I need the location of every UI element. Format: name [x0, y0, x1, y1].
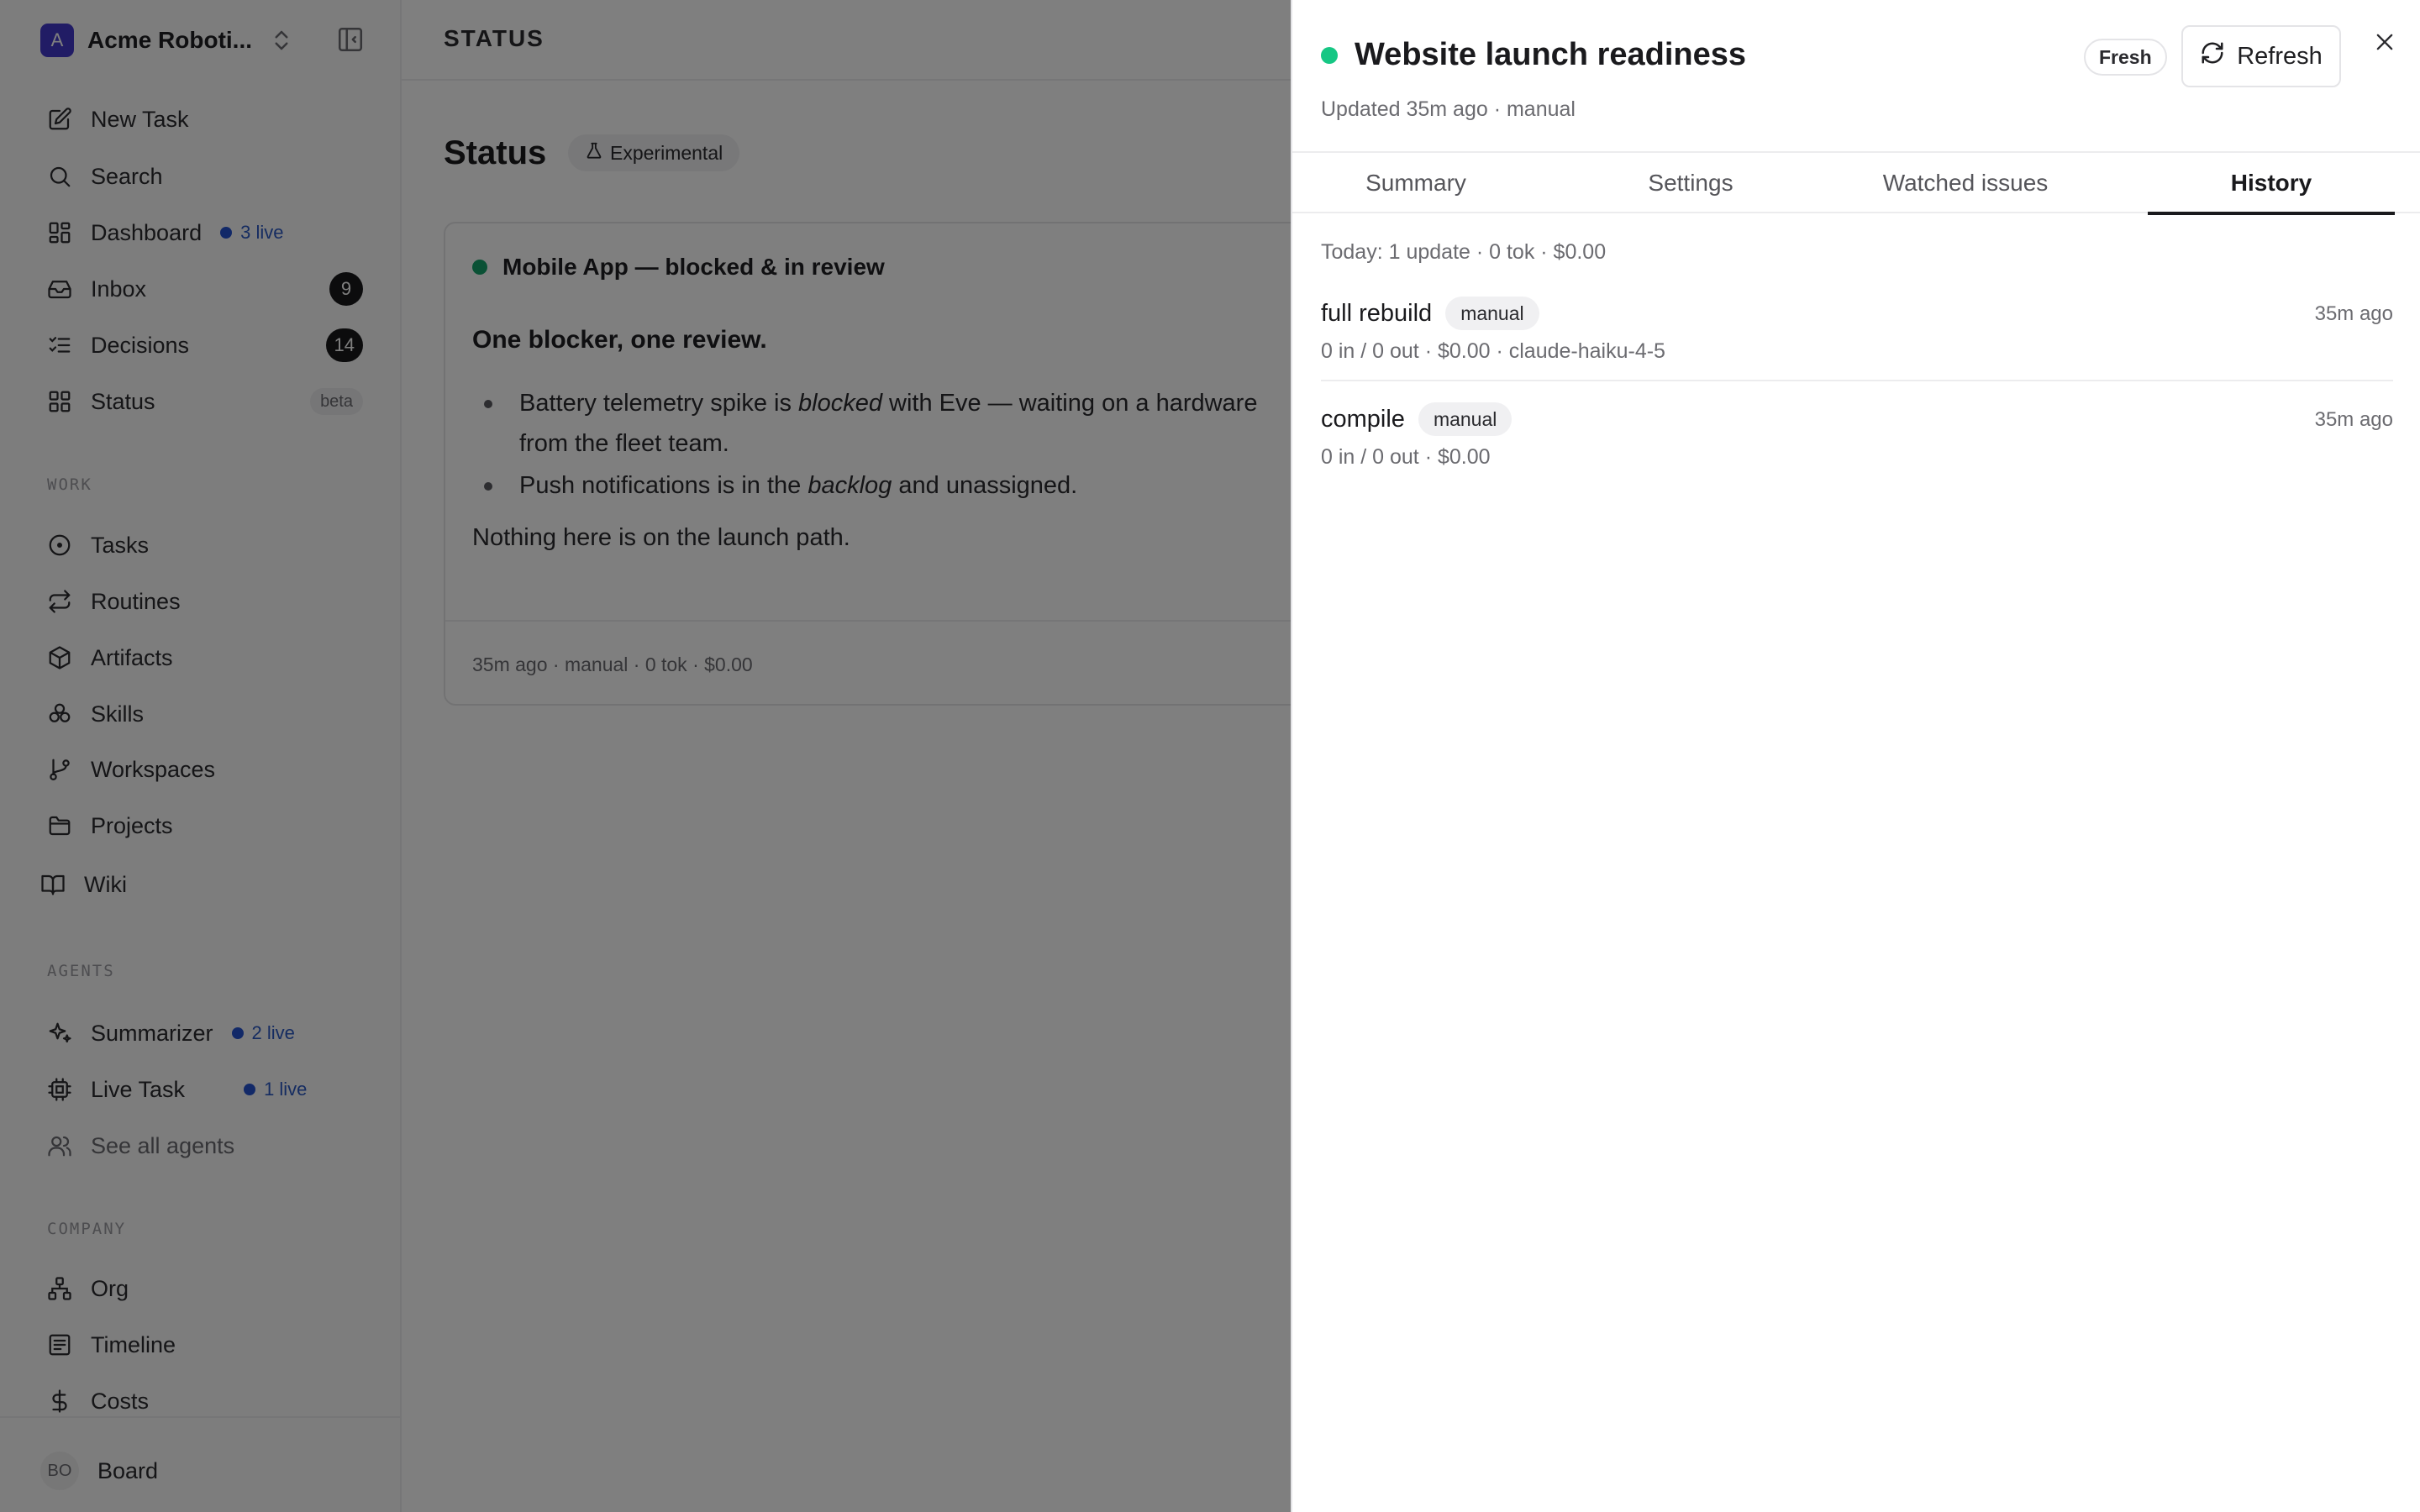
history-summary: Today: 1 update · 0 tok · $0.00	[1321, 240, 1607, 264]
drawer-title: Website launch readiness	[1321, 37, 1746, 73]
history-meta: 0 in / 0 out · $0.00	[1321, 445, 1491, 469]
drawer-tabs: Summary Settings Watched issues History	[1292, 151, 2420, 215]
history-time: 35m ago	[2314, 408, 2393, 431]
tab-settings[interactable]: Settings	[1567, 153, 1814, 213]
modal-backdrop[interactable]	[0, 0, 1291, 1512]
history-trigger-badge: manual	[1445, 297, 1539, 330]
refresh-icon	[2200, 40, 2237, 72]
fresh-badge: Fresh	[2084, 39, 2167, 76]
history-run-name: compile	[1321, 405, 1405, 433]
drawer-title-text: Website launch readiness	[1355, 37, 1747, 72]
drawer-subtitle: Updated 35m ago · manual	[1321, 97, 1576, 121]
history-row[interactable]: full rebuild manual 35m ago 0 in / 0 out…	[1321, 296, 2393, 364]
history-time: 35m ago	[2314, 302, 2393, 325]
refresh-label: Refresh	[2237, 42, 2323, 70]
history-row[interactable]: compile manual 35m ago 0 in / 0 out · $0…	[1321, 402, 2393, 470]
detail-drawer: Website launch readiness Updated 35m ago…	[1291, 0, 2420, 1512]
history-meta: 0 in / 0 out · $0.00 · claude-haiku-4-5	[1321, 339, 1665, 363]
history-divider	[1321, 380, 2393, 381]
tab-history[interactable]: History	[2148, 153, 2395, 215]
status-dot	[1321, 46, 1338, 64]
close-icon[interactable]	[2368, 25, 2402, 59]
history-run-name: full rebuild	[1321, 299, 1433, 327]
tab-watched-issues[interactable]: Watched issues	[1842, 153, 2089, 213]
refresh-button[interactable]: Refresh	[2181, 25, 2341, 87]
tab-summary[interactable]: Summary	[1292, 153, 1539, 213]
history-trigger-badge: manual	[1418, 402, 1512, 436]
